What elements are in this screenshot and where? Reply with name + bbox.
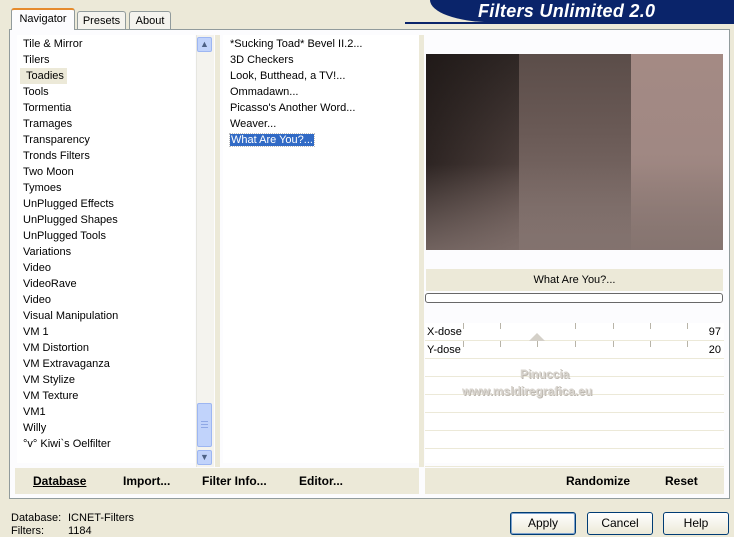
filters-count-value: 1184 <box>68 525 92 537</box>
filter-item[interactable]: Weaver... <box>223 116 419 132</box>
cancel-button[interactable]: Cancel <box>587 512 653 535</box>
slider-tick <box>687 341 688 347</box>
category-item[interactable]: VM Stylize <box>17 372 195 388</box>
thumb-grip <box>201 424 208 425</box>
thumb-grip <box>201 427 208 428</box>
randomize-button[interactable]: Randomize <box>566 474 630 488</box>
slider-tick <box>613 323 614 329</box>
category-list[interactable]: Tile & Mirror Tilers Toadies Tools Torme… <box>17 35 195 463</box>
param-value: 20 <box>708 344 721 356</box>
category-item[interactable]: VM Extravaganza <box>17 356 195 372</box>
app-title: Filters Unlimited 2.0 <box>478 1 656 21</box>
filter-list[interactable]: *Sucking Toad* Bevel II.2... 3D Checkers… <box>223 35 419 463</box>
category-item[interactable]: VideoRave <box>17 276 195 292</box>
preview-filter-name: What Are You?... <box>426 269 723 291</box>
slider-tick <box>500 323 501 329</box>
filter-item[interactable]: Look, Butthead, a TV!... <box>223 68 419 84</box>
slider-tick <box>687 323 688 329</box>
thumb-grip <box>201 421 208 422</box>
param-value: 97 <box>708 326 721 338</box>
slider-tick <box>613 341 614 347</box>
category-item[interactable]: Tramages <box>17 116 195 132</box>
database-label: Database: <box>11 512 62 524</box>
category-item[interactable]: VM1 <box>17 404 195 420</box>
category-item[interactable]: VM Texture <box>17 388 195 404</box>
param-row-empty <box>425 449 724 467</box>
watermark-line1: Pinuccia <box>520 367 570 381</box>
param-row-empty <box>425 431 724 449</box>
category-item[interactable]: Two Moon <box>17 164 195 180</box>
slider-tick <box>575 341 576 347</box>
slider-tick <box>650 323 651 329</box>
category-item[interactable]: VM 1 <box>17 324 195 340</box>
slider-tick <box>537 341 538 347</box>
category-item[interactable]: Visual Manipulation <box>17 308 195 324</box>
category-item[interactable]: UnPlugged Shapes <box>17 212 195 228</box>
filter-item[interactable]: Ommadawn... <box>223 84 419 100</box>
param-row-empty <box>425 413 724 431</box>
category-item[interactable]: Tools <box>17 84 195 100</box>
category-item[interactable]: Tymoes <box>17 180 195 196</box>
database-value: ICNET-Filters <box>68 512 134 524</box>
category-item[interactable]: VM Distortion <box>17 340 195 356</box>
param-row-y-dose[interactable]: Y-dose 20 <box>425 341 724 359</box>
help-button[interactable]: Help <box>663 512 729 535</box>
category-item[interactable]: Video <box>17 292 195 308</box>
slider-tick <box>650 341 651 347</box>
preview-image <box>426 54 723 250</box>
scroll-down-button[interactable]: ▼ <box>197 450 212 465</box>
slider-tick <box>463 341 464 347</box>
category-item[interactable]: Variations <box>17 244 195 260</box>
tab-about[interactable]: About <box>129 11 171 29</box>
slider-pointer-icon <box>529 333 545 341</box>
category-item[interactable]: Tormentia <box>17 100 195 116</box>
filter-item-selected[interactable]: What Are You?... <box>223 132 419 148</box>
category-item[interactable]: Video <box>17 260 195 276</box>
param-label: X-dose <box>427 326 462 338</box>
category-item[interactable]: UnPlugged Effects <box>17 196 195 212</box>
filters-count-label: Filters: <box>11 525 44 537</box>
category-item[interactable]: Tronds Filters <box>17 148 195 164</box>
scroll-up-button[interactable]: ▲ <box>197 37 212 52</box>
category-item[interactable]: UnPlugged Tools <box>17 228 195 244</box>
banner-stripe <box>405 22 734 24</box>
pane-divider <box>215 35 220 467</box>
import-button[interactable]: Import... <box>123 474 170 488</box>
scroll-thumb[interactable] <box>197 403 212 447</box>
param-row-empty <box>425 359 724 377</box>
category-item[interactable]: Willy <box>17 420 195 436</box>
tab-navigator[interactable]: Navigator <box>11 8 75 30</box>
filter-info-button[interactable]: Filter Info... <box>202 474 267 488</box>
reset-button[interactable]: Reset <box>665 474 698 488</box>
category-item[interactable]: Tile & Mirror <box>17 36 195 52</box>
editor-button[interactable]: Editor... <box>299 474 343 488</box>
progress-bar <box>425 293 723 303</box>
filter-item[interactable]: *Sucking Toad* Bevel II.2... <box>223 36 419 52</box>
filter-item[interactable]: 3D Checkers <box>223 52 419 68</box>
category-item[interactable]: °v° Kiwi`s Oelfilter <box>17 436 195 452</box>
param-label: Y-dose <box>427 344 461 356</box>
database-button[interactable]: Database <box>33 474 86 488</box>
pane-divider <box>419 35 424 467</box>
slider-tick <box>500 341 501 347</box>
param-row-x-dose[interactable]: X-dose 97 <box>425 323 724 341</box>
watermark-line2: www.msldiregrafica.eu <box>462 384 593 398</box>
preview-floor <box>426 164 723 250</box>
filter-item[interactable]: Picasso's Another Word... <box>223 100 419 116</box>
slider-tick <box>575 323 576 329</box>
category-item[interactable]: Tilers <box>17 52 195 68</box>
tab-presets[interactable]: Presets <box>77 11 126 29</box>
category-item-selected[interactable]: Toadies <box>20 68 67 84</box>
slider-tick <box>463 323 464 329</box>
apply-button[interactable]: Apply <box>510 512 576 535</box>
category-item[interactable]: Transparency <box>17 132 195 148</box>
